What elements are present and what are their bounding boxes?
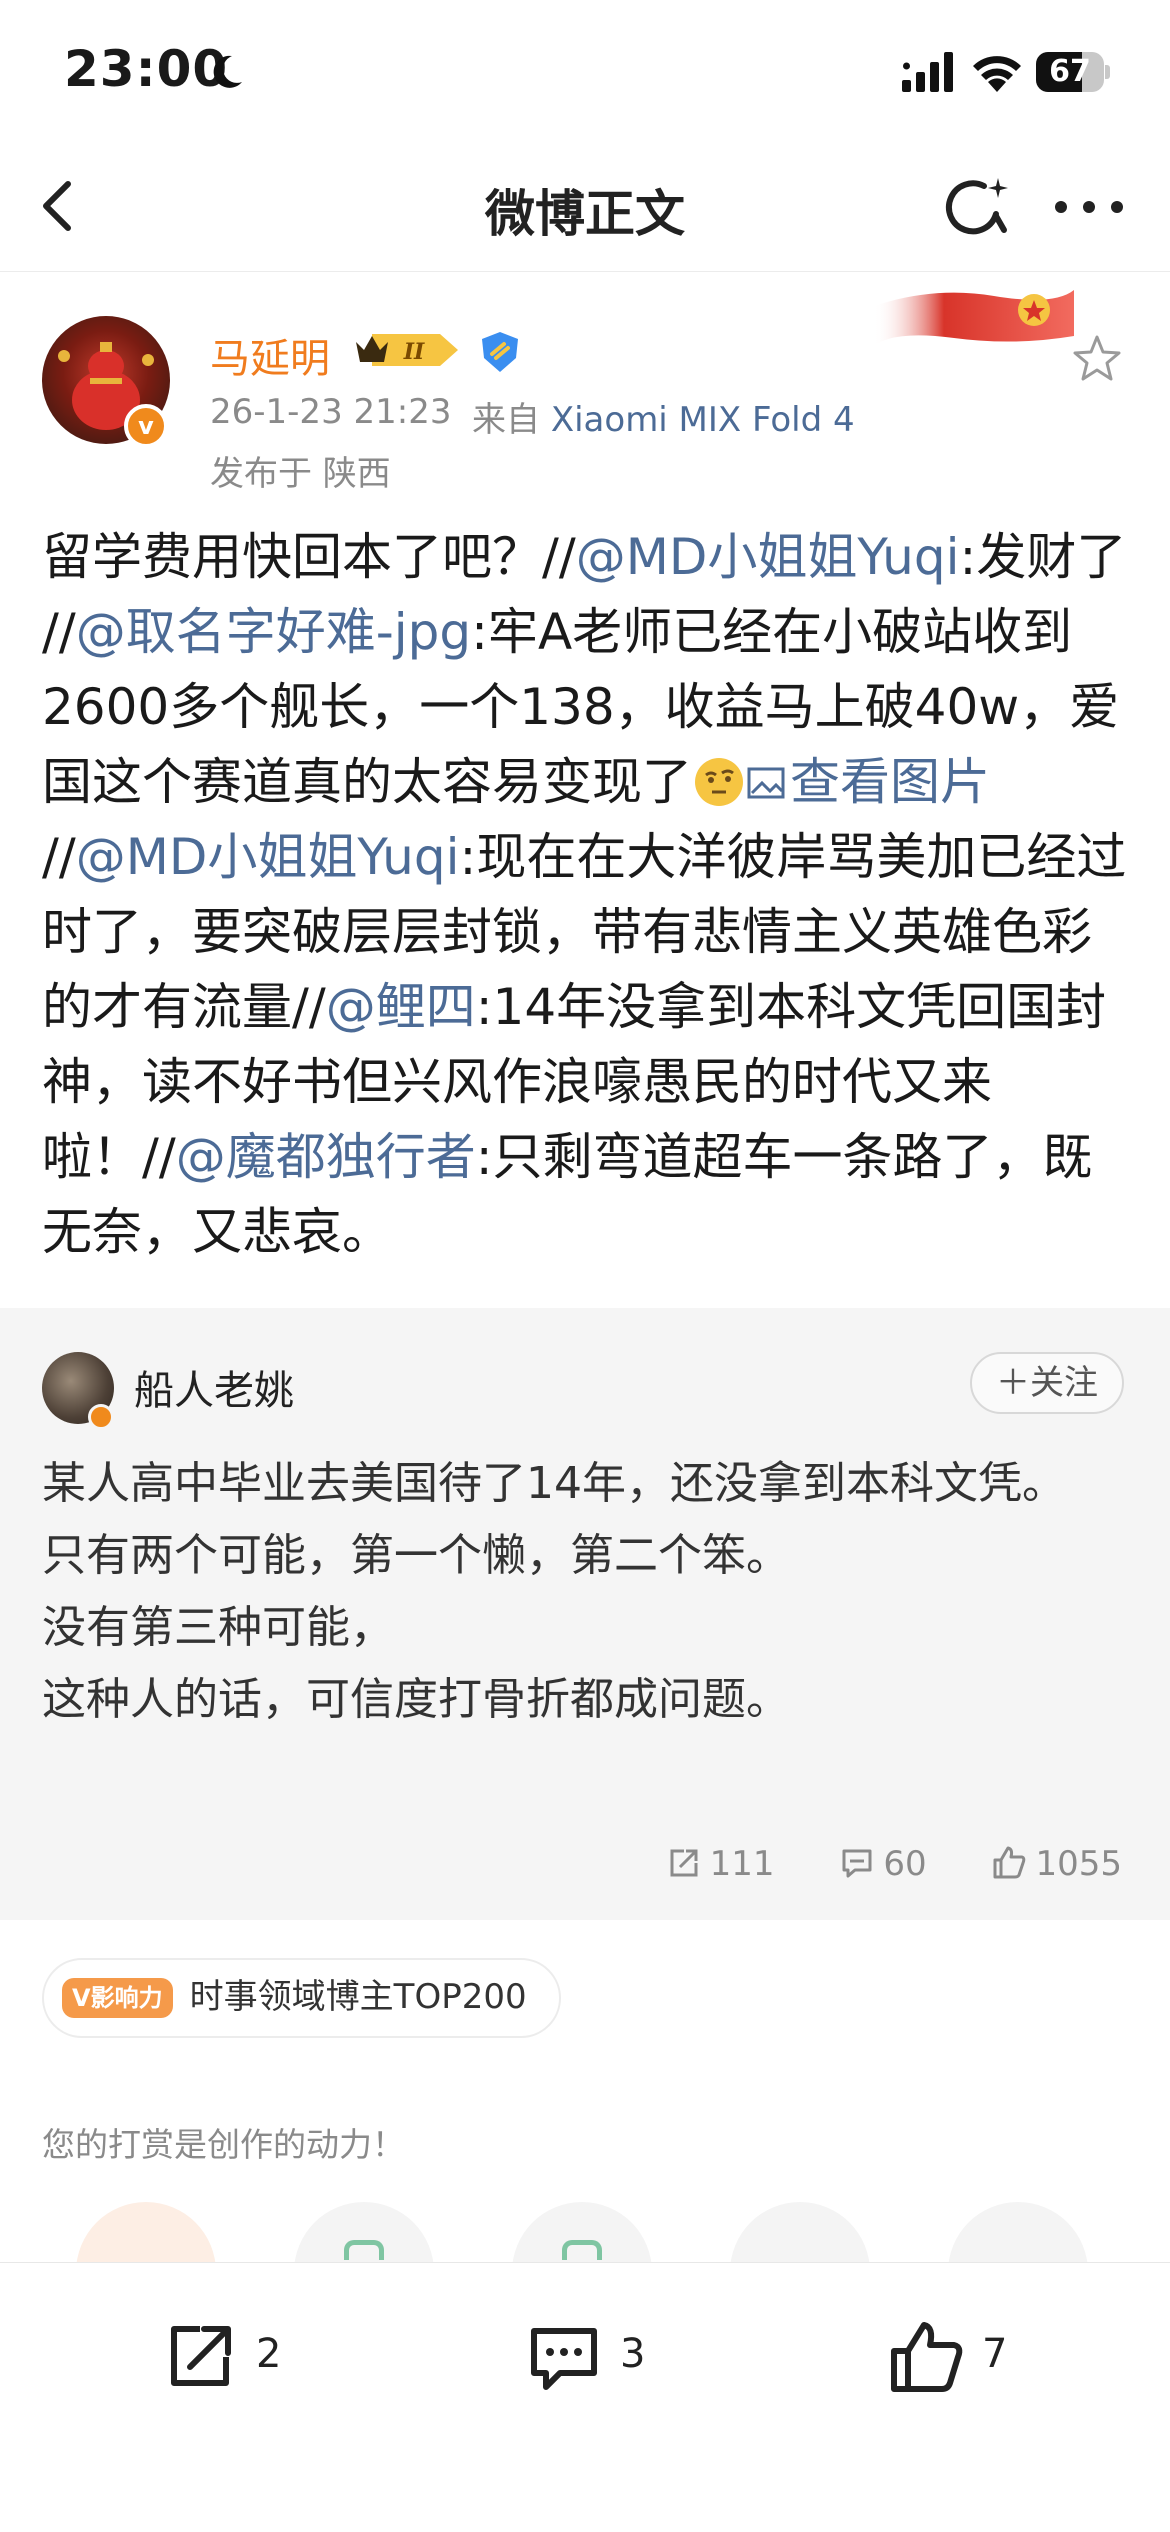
comment-count: 3 [620,2331,646,2377]
post-source: 来自 Xiaomi MIX Fold 4 [472,392,855,441]
view-image-label: 查看图片 [790,753,990,811]
moon-icon [213,55,242,88]
more-icon[interactable] [1054,200,1124,214]
reward-option[interactable] [294,2202,434,2262]
mention-link[interactable]: @MD小姐姐Yuqi [576,528,960,586]
repost-button[interactable]: 2 [160,2317,320,2397]
mention-link[interactable]: @MD小姐姐Yuqi [76,828,460,886]
hot-comment-card: 船人老姚 ＋关注 某人高中毕业去美国待了14年，还没拿到本科文凭。 只有两个可能… [0,1308,1170,1920]
comment-like-stat[interactable]: 1055 [991,1844,1122,1884]
repost-count: 2 [256,2331,282,2377]
post-time: 26-1-23 21:23 [210,392,452,432]
comment-text: 某人高中毕业去美国待了14年，还没拿到本科文凭。 只有两个可能，第一个懒，第二个… [42,1448,1132,1736]
post-text: 留学费用快回本了吧？// [42,528,576,586]
mention-link[interactable]: @鲤四 [326,978,476,1036]
favorite-star-icon[interactable] [1070,332,1124,386]
influence-tag[interactable]: V影响力 时事领域博主TOP200 [42,1958,561,2038]
mention-link[interactable]: @取名字好难-jpg [76,603,471,661]
wifi-icon [973,56,1021,92]
commenter-name[interactable]: 船人老姚 [134,1358,294,1416]
status-bar: 23:00 67 [0,0,1170,140]
commenter-badge [88,1404,114,1430]
influence-badge: V影响力 [62,1978,173,2018]
bottom-toolbar: 2 3 7 [0,2262,1170,2532]
author-name[interactable]: 马延明 [210,326,330,384]
comment-line: 这种人的话，可信度打骨折都成问题。 [42,1674,790,1725]
comment-icon [531,2328,597,2390]
comment-repost-stat[interactable]: 111 [666,1844,775,1884]
comment-comment-stat[interactable]: 60 [839,1844,927,1884]
comment-count: 60 [883,1844,927,1884]
comment-stats: 111 60 1055 [612,1844,1122,1884]
device-link[interactable]: Xiaomi MIX Fold 4 [551,400,855,440]
comment-line: 只有两个可能，第一个懒，第二个笨。 [42,1530,790,1581]
refresh-icon[interactable] [940,172,1012,244]
comment-line: 某人高中毕业去美国待了14年，还没拿到本科文凭。 [42,1458,1066,1509]
like-count: 1055 [1035,1844,1122,1884]
reward-option[interactable] [948,2202,1088,2262]
reward-prompt: 您的打赏是创作的动力！ [42,2125,405,2164]
post-location: 发布于 陕西 [210,454,391,494]
like-button[interactable]: 7 [886,2317,1046,2397]
like-count: 7 [982,2331,1008,2377]
comment-button[interactable]: 3 [524,2317,684,2397]
reward-option[interactable] [76,2202,216,2262]
vip-level: II [403,339,425,365]
status-time: 23:00 [64,40,229,98]
signal-icon [902,52,953,92]
nav-bar: 微博正文 [0,140,1170,272]
post-body: 留学费用快回本了吧？//@MD小姐姐Yuqi:发财了 //@取名字好难-jpg:… [42,520,1132,1270]
repost-icon [670,1849,698,1877]
like-icon [993,1846,1026,1879]
verified-badge: v [124,404,168,448]
repost-count: 111 [709,1844,775,1884]
post-text: // [42,828,76,886]
source-prefix: 来自 [472,400,540,440]
reward-options [0,2176,1170,2262]
vip-crown-icon[interactable]: II [352,328,470,372]
battery-text: 67 [1049,54,1091,89]
mention-link[interactable]: @魔都独行者 [176,1128,476,1186]
repost-icon [171,2326,231,2386]
shield-icon[interactable] [478,330,522,374]
thinking-emoji-icon [695,758,743,806]
flag-decoration-icon [874,290,1074,346]
view-image-link[interactable]: 查看图片 [746,753,990,811]
battery-indicator: 67 [1036,52,1110,92]
reward-option[interactable] [730,2202,870,2262]
influence-text: 时事领域博主TOP200 [189,1977,527,2017]
image-icon [747,767,785,799]
like-icon [891,2322,963,2392]
follow-button[interactable]: ＋关注 [970,1352,1124,1414]
comment-icon [842,1849,872,1878]
comment-line: 没有第三种可能， [42,1602,394,1653]
reward-option[interactable] [512,2202,652,2262]
